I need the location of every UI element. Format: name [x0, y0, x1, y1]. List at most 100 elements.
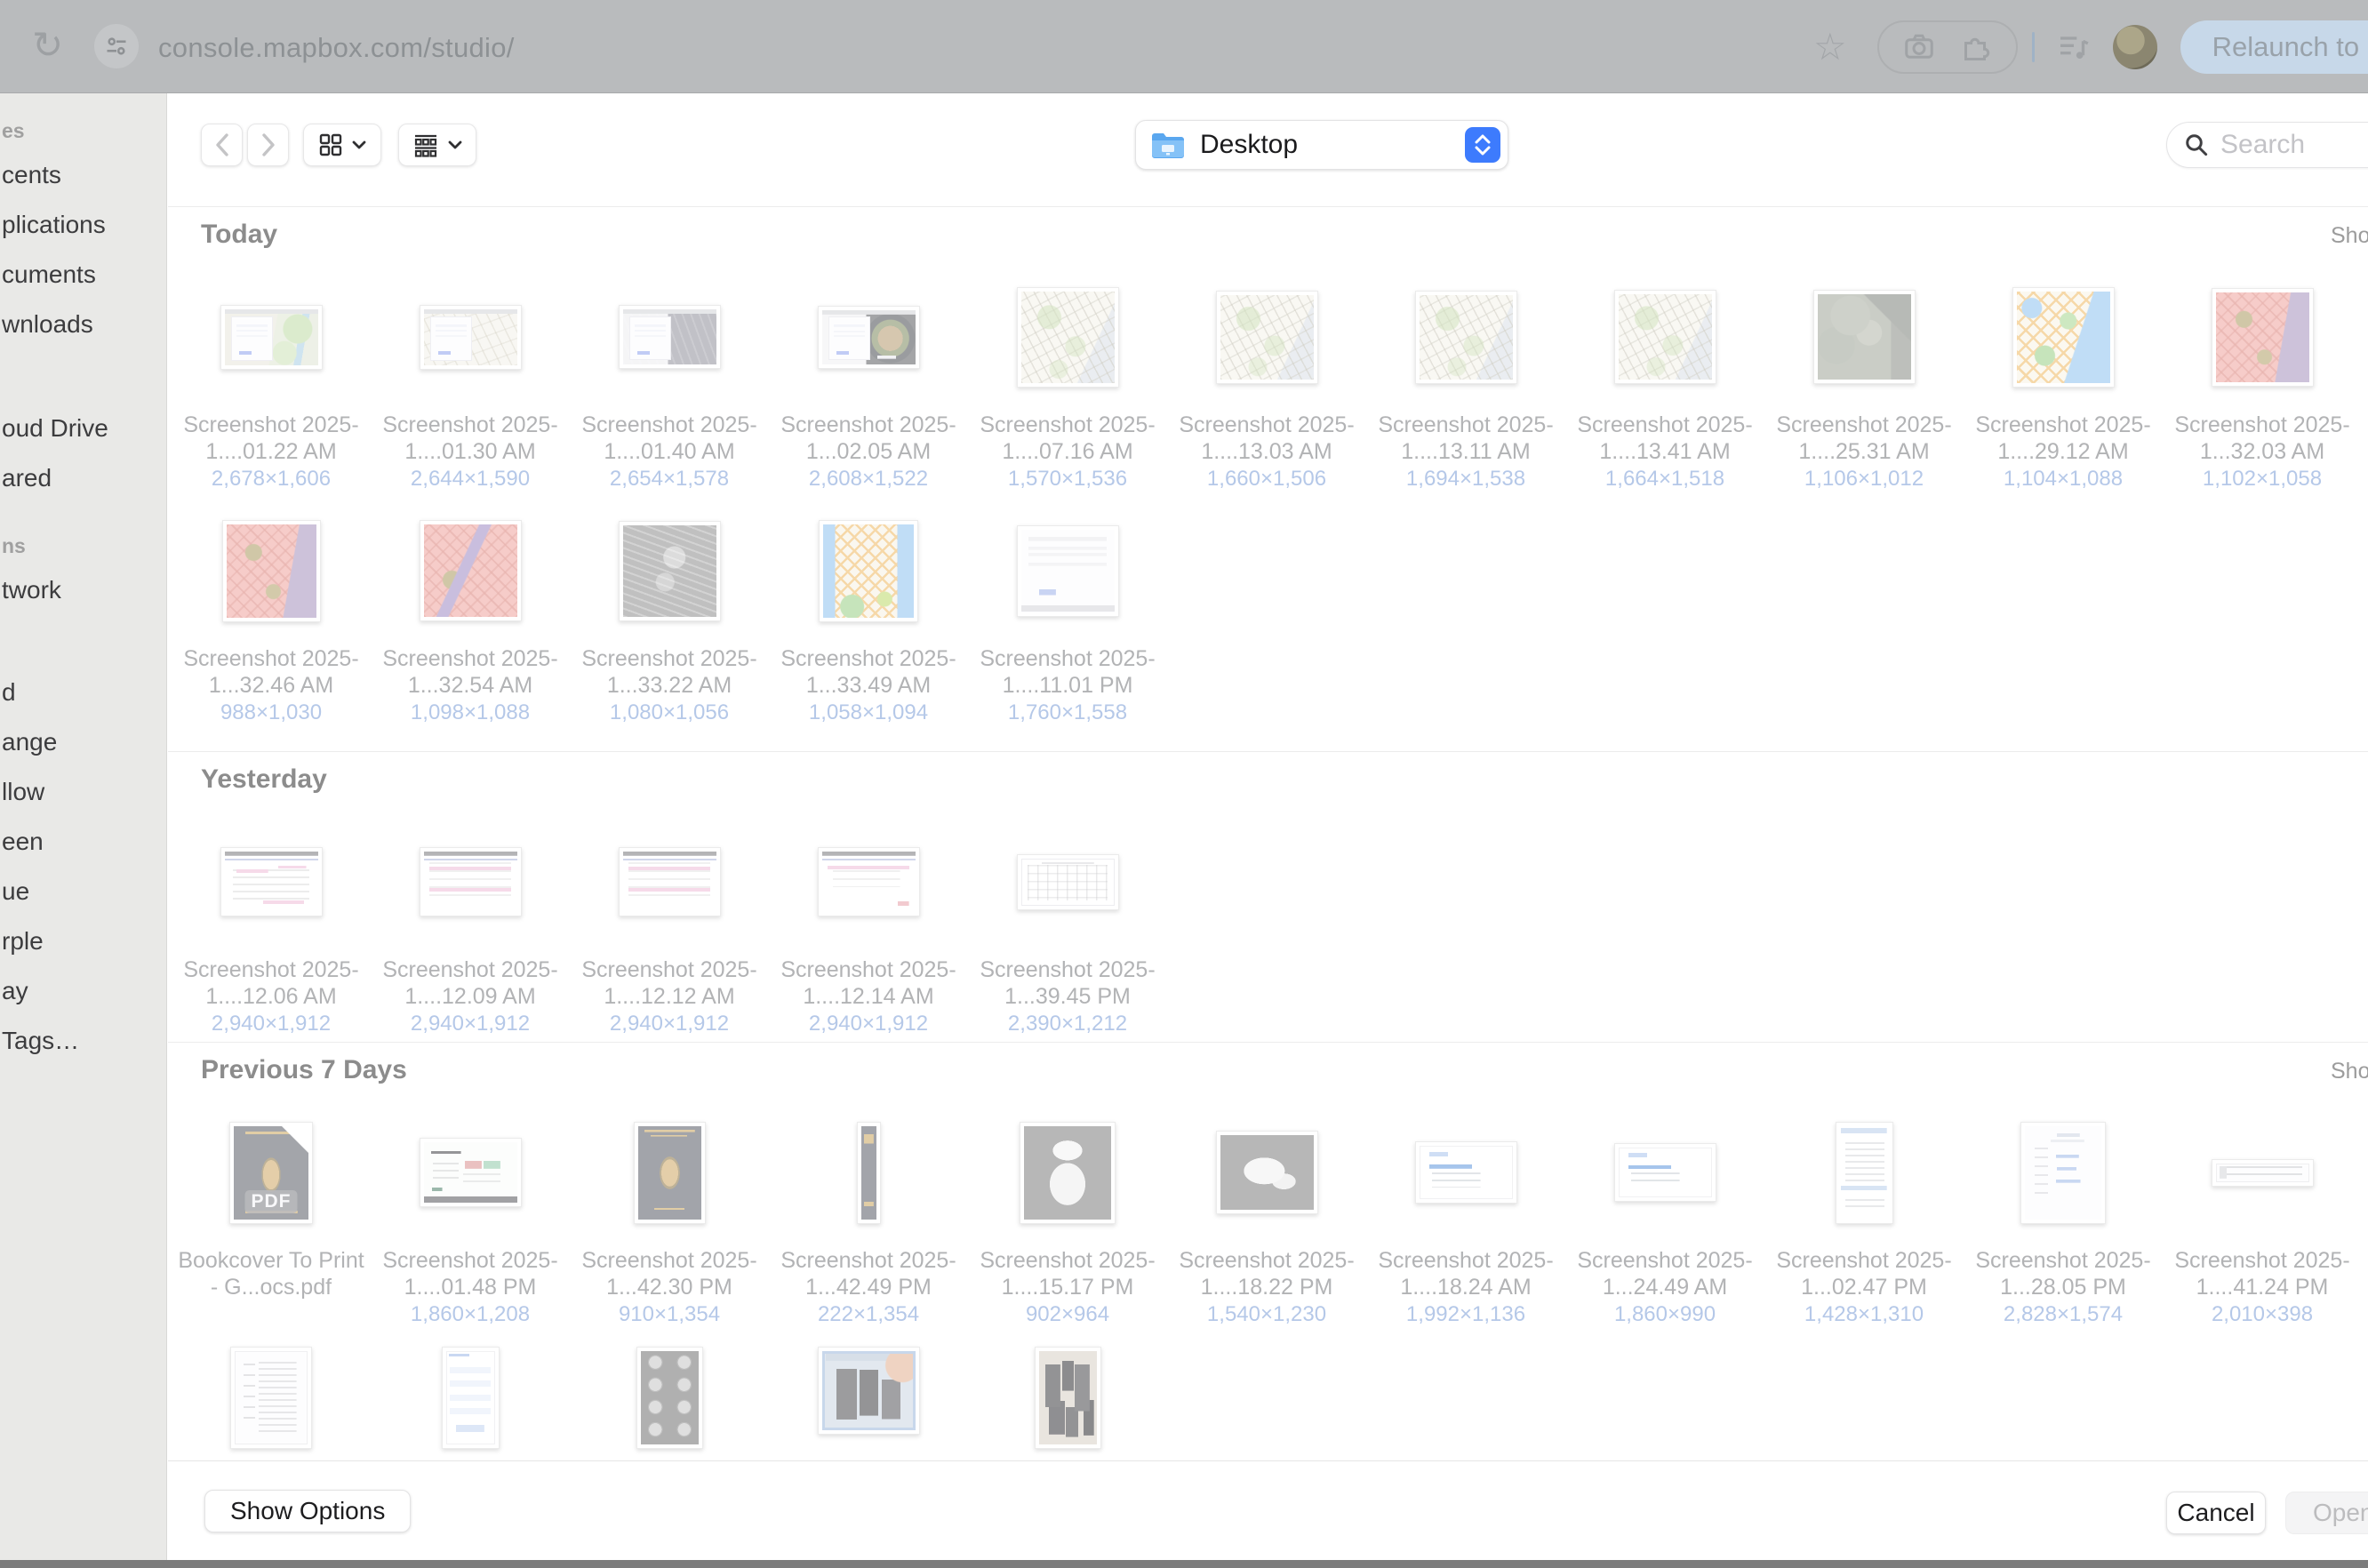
sidebar-item-ared[interactable]: ared [0, 453, 166, 503]
file-name: Screenshot 2025-1....13.41 AM [1571, 412, 1759, 465]
file-item[interactable]: Screenshot 2025-1...32.46 AM988×1,030 [172, 495, 371, 729]
show-less-link[interactable]: Show Less [2331, 223, 2368, 249]
cancel-button[interactable]: Cancel [2166, 1492, 2266, 1534]
file-item[interactable]: Screenshot 2025-1....12.06 AM2,940×1,912 [172, 806, 371, 1040]
file-item[interactable]: Screenshot 2025-1....15.17 PM902×964 [968, 1097, 1167, 1331]
mapedit-globe-thumbnail-icon [822, 310, 916, 364]
forward-button[interactable] [247, 124, 289, 166]
reload-icon[interactable]: ↻ [32, 23, 63, 67]
show-options-button[interactable]: Show Options [204, 1490, 411, 1532]
sidebar-item-ange[interactable]: ange [0, 717, 166, 767]
sidebar-item-cents[interactable]: cents [0, 150, 166, 200]
file-item[interactable]: Screenshot 2025-1....41.24 PM2,010×398 [2163, 1097, 2362, 1331]
file-name: Screenshot 2025-1...32.03 AM [2168, 412, 2356, 465]
sidebar-section-header: ns [0, 526, 166, 565]
file-item[interactable]: Screenshot 2025-1...28.05 PM2,828×1,574 [1964, 1097, 2163, 1331]
file-item[interactable]: Screenshot 2025-1....12.14 AM2,940×1,912 [769, 806, 968, 1040]
sidebar-item-wnloads[interactable]: wnloads [0, 300, 166, 349]
show-less-link[interactable]: Show Less [2331, 1059, 2368, 1084]
back-button[interactable] [201, 124, 243, 166]
sidebar-item-plications[interactable]: plications [0, 200, 166, 250]
file-thumbnail [818, 1347, 920, 1435]
file-item[interactable]: Screenshot 2025-1....01.40 AM2,654×1,578 [570, 261, 769, 495]
file-item[interactable]: Screenshot 2025-1....01.30 AM2,644×1,590 [371, 261, 570, 495]
profile-avatar[interactable] [2113, 25, 2157, 69]
sidebar-item-ue[interactable]: ue [0, 867, 166, 916]
file-item[interactable]: Screenshot 2025-1....13.03 AM1,660×1,506 [1167, 261, 1366, 495]
file-name: Screenshot 2025-1....11.01 PM [973, 645, 1162, 699]
site-settings-button[interactable] [94, 24, 139, 68]
file-item[interactable]: Screenshot 2025-1...33.49 AM1,058×1,094 [769, 495, 968, 729]
file-item[interactable]: PDF Bookcover To Print - G...ocs.pdf [172, 1097, 371, 1331]
file-dimensions: 1,664×1,518 [1605, 467, 1724, 492]
sidebar-item-twork[interactable]: twork [0, 565, 166, 615]
file-item[interactable]: Screenshot 2025-1....18.24 AM1,992×1,136 [1366, 1097, 1565, 1331]
section-header: Previous 7 DaysShow Less [168, 1042, 2368, 1097]
file-item[interactable]: Screenshot 2025-1...24.49 AM1,860×990 [1565, 1097, 1764, 1331]
map-color-thumbnail-icon [2017, 292, 2110, 383]
thumbnail-box [619, 267, 721, 407]
file-item[interactable]: Screenshot 2025-1...32.54 AM1,098×1,088 [371, 495, 570, 729]
file-item[interactable] [570, 1331, 769, 1460]
file-item[interactable] [371, 1331, 570, 1460]
file-name: Screenshot 2025-1....12.06 AM [177, 956, 365, 1010]
extensions-puzzle-icon[interactable] [1959, 31, 1991, 63]
sidebar-gap [0, 615, 166, 668]
file-item[interactable]: Screenshot 2025-1....12.09 AM2,940×1,912 [371, 806, 570, 1040]
thumbnail-box [1017, 812, 1119, 952]
open-button[interactable]: Open [2285, 1492, 2368, 1534]
map-light-thumbnail-icon [1021, 292, 1115, 383]
sidebar-item-rple[interactable]: rple [0, 916, 166, 966]
camera-icon[interactable] [1903, 31, 1935, 63]
file-item[interactable]: Screenshot 2025-1...32.03 AM1,102×1,058 [2163, 261, 2362, 495]
sidebar-item-d[interactable]: d [0, 668, 166, 717]
relaunch-button[interactable]: Relaunch to update [2180, 20, 2368, 74]
view-mode-button[interactable] [303, 124, 381, 166]
search-input[interactable] [2220, 130, 2368, 160]
sidebar-item-llow[interactable]: llow [0, 767, 166, 817]
group-by-button[interactable] [398, 124, 476, 166]
file-item[interactable] [172, 1331, 371, 1460]
file-thumbnail: PDF [229, 1122, 313, 1224]
web-pink-b-thumbnail-icon [424, 852, 517, 912]
thumbnail-box [2212, 1102, 2314, 1243]
file-item[interactable]: Screenshot 2025-1...42.49 PM222×1,354 [769, 1097, 968, 1331]
thumbnail-box [420, 500, 522, 641]
file-item[interactable]: Screenshot 2025-1...02.47 PM1,428×1,310 [1764, 1097, 1964, 1331]
address-bar[interactable]: console.mapbox.com/studio/ [158, 32, 515, 64]
file-name: Screenshot 2025-1...32.54 AM [376, 645, 564, 699]
file-item[interactable]: Screenshot 2025-1....01.22 AM2,678×1,606 [172, 261, 371, 495]
sidebar-item-cuments[interactable]: cuments [0, 250, 166, 300]
file-item[interactable]: Screenshot 2025-1....18.22 PM1,540×1,230 [1167, 1097, 1366, 1331]
file-item[interactable] [769, 1331, 968, 1460]
file-item[interactable]: Screenshot 2025-1....13.11 AM1,694×1,538 [1366, 261, 1565, 495]
file-name: Bookcover To Print - G...ocs.pdf [177, 1247, 365, 1300]
file-thumbnail [636, 1347, 703, 1449]
file-item[interactable]: Screenshot 2025-1...39.45 PM2,390×1,212 [968, 806, 1167, 1040]
file-item[interactable]: Screenshot 2025-1....07.16 AM1,570×1,536 [968, 261, 1167, 495]
bookmark-icon[interactable]: ☆ [1813, 25, 1847, 68]
map-red-thumbnail-icon [2216, 292, 2309, 382]
sidebar-item-ouddrive[interactable]: oud Drive [0, 404, 166, 453]
file-item[interactable]: Screenshot 2025-1...42.30 PM910×1,354 [570, 1097, 769, 1331]
file-item[interactable]: Screenshot 2025-1....01.48 PM1,860×1,208 [371, 1097, 570, 1331]
sidebar-item-een[interactable]: een [0, 817, 166, 867]
file-item[interactable]: Screenshot 2025-1...33.22 AM1,080×1,056 [570, 495, 769, 729]
file-item[interactable]: Screenshot 2025-1....12.12 AM2,940×1,912 [570, 806, 769, 1040]
file-dimensions: 910×1,354 [619, 1302, 720, 1327]
file-item[interactable]: Screenshot 2025-1....29.12 AM1,104×1,088 [1964, 261, 2163, 495]
file-name: Screenshot 2025-1...02.05 AM [774, 412, 963, 465]
file-item[interactable]: Screenshot 2025-1...02.05 AM2,608×1,522 [769, 261, 968, 495]
file-item[interactable]: Screenshot 2025-1....13.41 AM1,664×1,518 [1565, 261, 1764, 495]
file-dimensions: 1,428×1,310 [1804, 1302, 1924, 1327]
file-item[interactable] [968, 1331, 1167, 1460]
file-item[interactable]: Screenshot 2025-1....11.01 PM1,760×1,558 [968, 495, 1167, 729]
file-item[interactable]: Screenshot 2025-1....25.31 AM1,106×1,012 [1764, 261, 1964, 495]
sidebar-item-ay[interactable]: ay [0, 966, 166, 1016]
file-dimensions: 2,608×1,522 [809, 467, 928, 492]
sidebar-item-tags[interactable]: Tags… [0, 1016, 166, 1066]
location-select[interactable]: Desktop [1135, 120, 1508, 170]
tab-list-icon[interactable] [2056, 29, 2092, 65]
file-thumbnail [1614, 290, 1716, 384]
search-field[interactable] [2166, 122, 2368, 168]
